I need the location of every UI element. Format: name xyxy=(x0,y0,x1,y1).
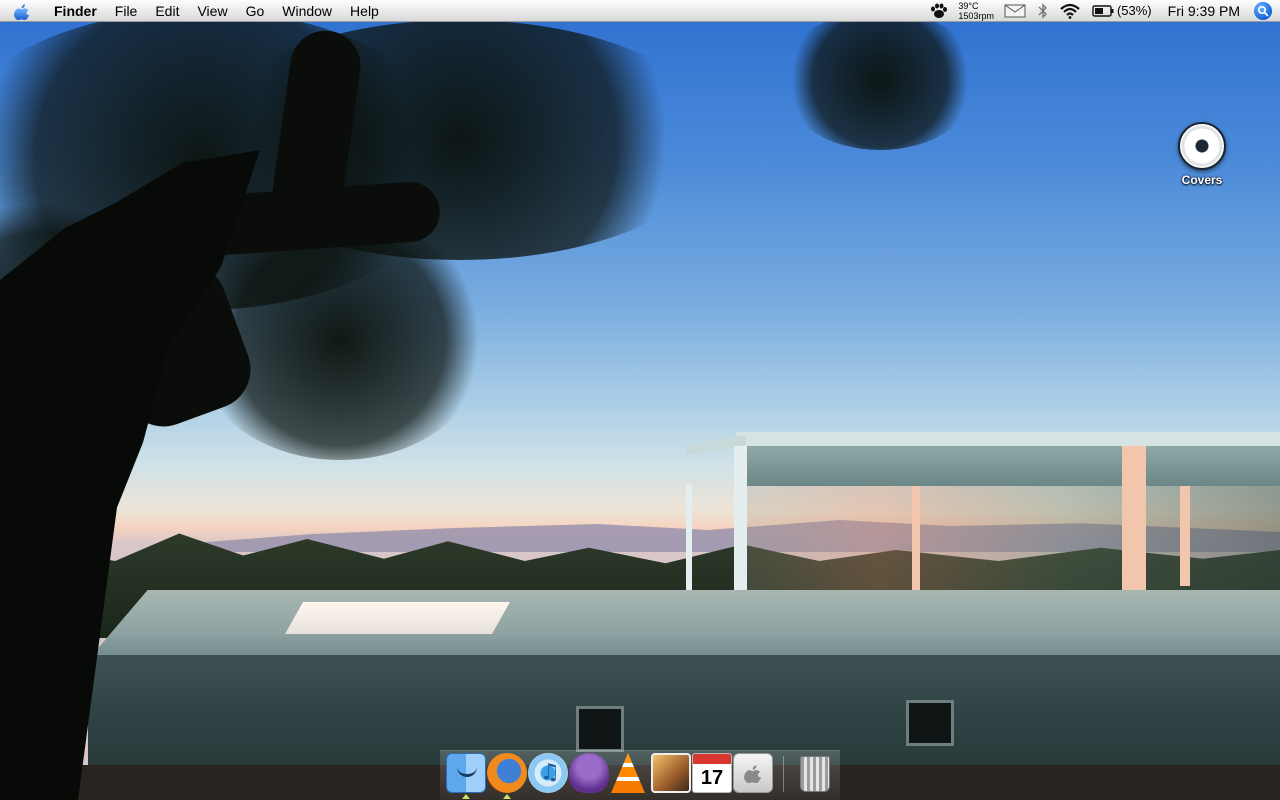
trash-icon[interactable] xyxy=(800,756,830,792)
wallpaper-column xyxy=(686,484,692,592)
apple-logo-icon xyxy=(744,765,762,783)
adium-icon[interactable] xyxy=(569,753,609,793)
dock-separator xyxy=(783,756,784,792)
fan-speed-readout: 1503rpm xyxy=(958,10,994,21)
menu-edit[interactable]: Edit xyxy=(146,0,188,22)
calendar-icon[interactable]: 17 xyxy=(692,753,732,793)
battery-percentage: (53%) xyxy=(1116,3,1152,18)
wallpaper-wall-window xyxy=(906,700,954,746)
desktop-icon-label: Covers xyxy=(1181,173,1223,187)
wallpaper-pavilion-ceiling xyxy=(745,446,1280,486)
wallpaper-wall-window xyxy=(576,706,624,752)
desktop-wallpaper xyxy=(0,0,1280,800)
spotlight-button[interactable] xyxy=(1254,1,1272,20)
firefox-icon[interactable] xyxy=(487,753,527,793)
calendar-day: 17 xyxy=(700,767,724,789)
battery-icon xyxy=(1092,4,1114,17)
iphoto-icon[interactable] xyxy=(651,753,691,793)
temperature-readout: 39°C xyxy=(958,0,979,11)
mail-menu-extra[interactable] xyxy=(998,0,1032,22)
desktop-icon-covers[interactable]: Covers xyxy=(1170,122,1234,187)
temperature-monitor[interactable]: 39°C 1503rpm xyxy=(954,1,998,21)
itunes-icon[interactable] xyxy=(528,753,568,793)
disc-icon xyxy=(1178,122,1226,170)
menu-view[interactable]: View xyxy=(188,0,236,22)
menu-file[interactable]: File xyxy=(106,0,147,22)
running-indicator xyxy=(462,794,470,799)
apple-logo-icon xyxy=(14,3,30,20)
apple-menu[interactable] xyxy=(0,0,44,22)
running-indicator xyxy=(503,794,511,799)
wallpaper-column xyxy=(1180,486,1190,586)
bluetooth-menu-extra[interactable] xyxy=(1032,0,1054,22)
growl-menu-extra[interactable] xyxy=(924,0,954,22)
wallpaper-foliage xyxy=(780,10,980,150)
paw-icon xyxy=(931,3,948,18)
airport-menu-extra[interactable] xyxy=(1054,0,1086,22)
wallpaper-pavilion-roof xyxy=(736,432,1280,446)
finder-icon[interactable] xyxy=(446,753,486,793)
menu-app-finder[interactable]: Finder xyxy=(44,0,106,22)
menu-clock[interactable]: Fri 9:39 PM xyxy=(1158,3,1250,19)
wifi-icon xyxy=(1060,3,1080,19)
magnifier-icon xyxy=(1257,5,1269,16)
wallpaper-column xyxy=(912,486,920,592)
menu-window[interactable]: Window xyxy=(273,0,341,22)
mail-envelope-icon xyxy=(1004,4,1026,17)
menu-bar: Finder File Edit View Go Window Help 39°… xyxy=(0,0,1280,22)
wallpaper-terrace xyxy=(88,590,1280,660)
bluetooth-icon xyxy=(1038,2,1047,19)
battery-menu-extra[interactable]: (53%) xyxy=(1086,0,1158,22)
wallpaper-pool xyxy=(285,602,510,634)
menu-help[interactable]: Help xyxy=(341,0,388,22)
system-preferences-icon[interactable] xyxy=(733,753,773,793)
menu-go[interactable]: Go xyxy=(237,0,274,22)
calendar-header xyxy=(693,754,731,764)
